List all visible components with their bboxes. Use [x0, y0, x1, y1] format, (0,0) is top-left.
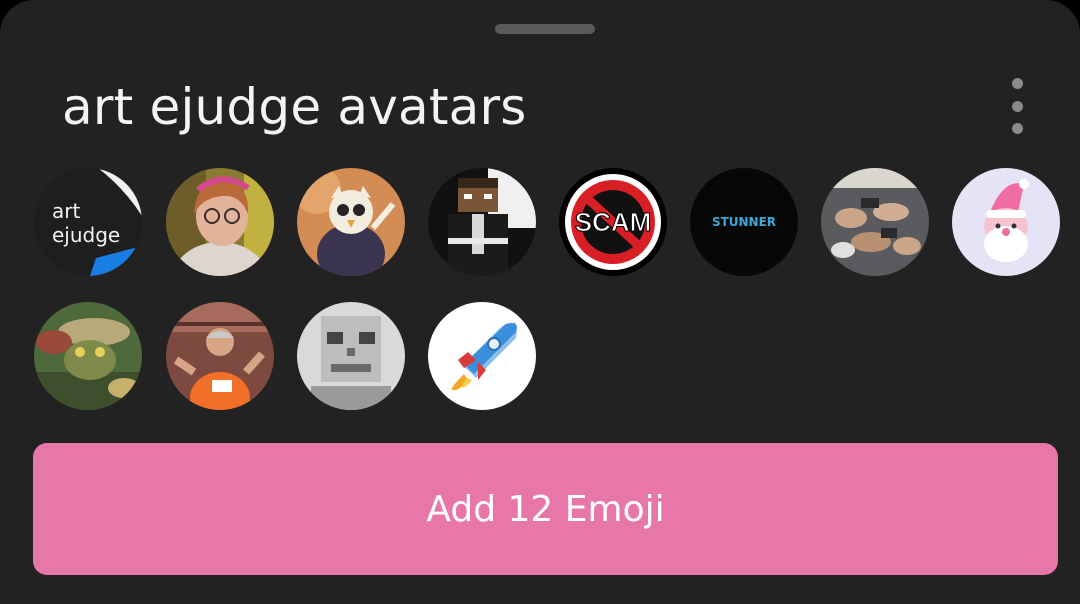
stunner-text: STUNNER — [712, 215, 776, 229]
emoji-no-scam-sign[interactable]: SCAM — [559, 168, 667, 276]
add-emoji-button[interactable]: Add 12 Emoji — [33, 443, 1058, 575]
pack-title: art ejudge avatars — [62, 78, 527, 136]
emoji-logo-text-1: art — [52, 199, 80, 223]
sticker-pack-sheet: art ejudge avatars art ejudge SCAM STUNN… — [0, 0, 1080, 604]
emoji-man-in-orange-shirt[interactable] — [166, 302, 274, 410]
emoji-cartoon-owl-character[interactable] — [297, 168, 405, 276]
emoji-group-of-hands-photo[interactable] — [821, 168, 929, 276]
emoji-girl-with-glasses[interactable] — [166, 168, 274, 276]
more-vertical-icon[interactable] — [1000, 78, 1034, 134]
emoji-pink-santa-toy[interactable] — [952, 168, 1060, 276]
add-emoji-button-label: Add 12 Emoji — [426, 488, 665, 530]
drag-handle[interactable] — [495, 24, 595, 34]
emoji-pixel-minecraft-character[interactable] — [428, 168, 536, 276]
emoji-logo-text-2: ejudge — [52, 223, 120, 247]
emoji-grid: art ejudge SCAM STUNNER — [34, 168, 1074, 418]
emoji-pixel-skeleton-head[interactable] — [297, 302, 405, 410]
scam-text: SCAM — [575, 207, 652, 237]
emoji-rocket-emoji[interactable] — [428, 302, 536, 410]
emoji-stunner-logo[interactable]: STUNNER — [690, 168, 798, 276]
emoji-art-ejudge-logo[interactable]: art ejudge — [34, 168, 142, 276]
emoji-frog-warrior-art[interactable] — [34, 302, 142, 410]
